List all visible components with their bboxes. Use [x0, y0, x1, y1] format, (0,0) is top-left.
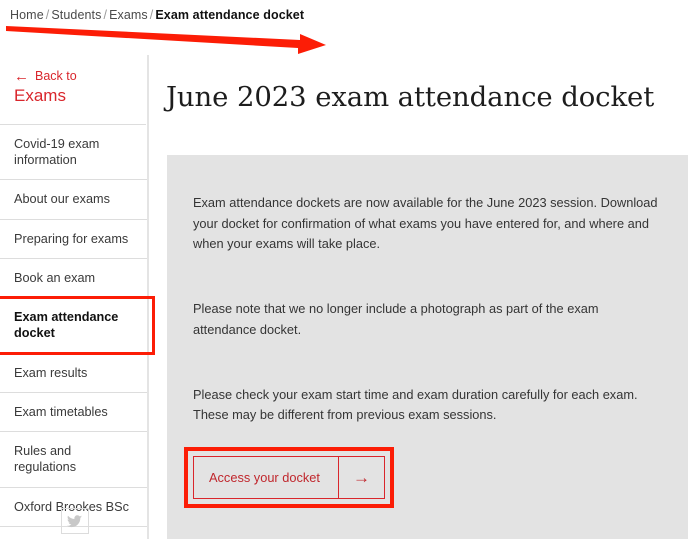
access-docket-button[interactable]: Access your docket → [193, 456, 385, 499]
arrow-left-icon: ← [14, 69, 31, 84]
sidebar-item-label: Exam timetables [14, 405, 108, 419]
sidebar-item-exam-timetables[interactable]: Exam timetables [0, 393, 147, 432]
access-docket-button-arrow[interactable]: → [338, 457, 384, 498]
start-time-note-paragraph: Please check your exam start time and ex… [193, 385, 662, 426]
access-docket-button-label: Access your docket [194, 457, 338, 498]
sidebar-item-exam-results[interactable]: Exam results [0, 354, 147, 393]
sidebar-item-book-an-exam[interactable]: Book an exam [0, 259, 147, 298]
main-content: June 2023 exam attendance docket Exam at… [149, 55, 699, 539]
back-to-label: Back to [35, 70, 77, 84]
sidebar-item-label: Exam results [14, 366, 87, 380]
sidebar-item-label: About our exams [14, 192, 110, 206]
breadcrumb-current-page: Exam attendance docket [155, 8, 304, 22]
sidebar-item-about-our-exams[interactable]: About our exams [0, 180, 147, 219]
back-to-target-label: Exams [14, 85, 146, 108]
twitter-link[interactable] [61, 508, 89, 534]
sidebar-item-label: Covid-19 exam information [14, 137, 99, 167]
intro-paragraph: Exam attendance dockets are now availabl… [193, 193, 662, 255]
breadcrumb: Home/Students/Exams/Exam attendance dock… [10, 8, 304, 22]
content-panel: Exam attendance dockets are now availabl… [167, 155, 688, 539]
breadcrumb-callout-arrow [0, 18, 340, 54]
sidebar-item-preparing-for-exams[interactable]: Preparing for exams [0, 220, 147, 259]
sidebar-item-label: Book an exam [14, 271, 95, 285]
breadcrumb-item-exams[interactable]: Exams [109, 8, 148, 22]
access-docket-button-highlight: Access your docket → [193, 456, 385, 499]
breadcrumb-separator: / [101, 8, 109, 22]
breadcrumb-item-students[interactable]: Students [51, 8, 101, 22]
sidebar-item-covid-19-exam-information[interactable]: Covid-19 exam information [0, 125, 147, 181]
twitter-icon [67, 515, 82, 528]
arrow-right-icon: → [353, 469, 370, 486]
page-layout: ← Back to Exams Covid-19 exam informatio… [0, 55, 699, 539]
sidebar-item-label: Exam attendance docket [14, 310, 118, 340]
sidebar-item-label: Preparing for exams [14, 232, 128, 246]
sidebar-item-rules-and-regulations[interactable]: Rules and regulations [0, 432, 147, 488]
sidebar: ← Back to Exams Covid-19 exam informatio… [0, 55, 149, 539]
back-to-exams-link[interactable]: ← Back to Exams [0, 55, 146, 125]
sidebar-nav-list: Covid-19 exam information About our exam… [0, 125, 147, 527]
sidebar-item-exam-attendance-docket[interactable]: Exam attendance docket [0, 298, 147, 354]
page-title: June 2023 exam attendance docket [149, 55, 699, 114]
sidebar-item-label: Rules and regulations [14, 444, 76, 474]
breadcrumb-item-home[interactable]: Home [10, 8, 44, 22]
photograph-note-paragraph: Please note that we no longer include a … [193, 299, 662, 340]
social-links [0, 508, 149, 539]
